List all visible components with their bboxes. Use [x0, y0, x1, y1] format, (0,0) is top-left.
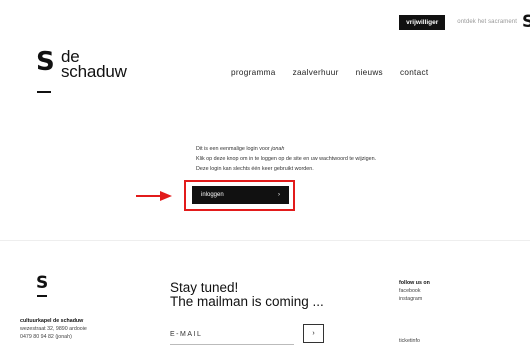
facebook-link[interactable]: facebook — [399, 287, 430, 295]
logo-line-schaduw: schaduw — [61, 62, 127, 81]
nav-item-programma[interactable]: programma — [231, 68, 276, 77]
ticketinfo-link[interactable]: ticketinfo — [399, 338, 420, 344]
footer-address: wezestraat 32, 9890 ardooie — [20, 325, 87, 332]
footer-phone: 0479 80 94 82 (jonah) — [20, 333, 72, 340]
chevron-right-icon: › — [278, 192, 280, 198]
annotation-arrow-shaft — [136, 195, 163, 197]
logo-mark-letter: S — [36, 47, 55, 77]
footer-logo-underline — [37, 295, 47, 297]
message-line-1: Dit is een eenmalige login voor jonah — [196, 146, 285, 152]
logo-s-icon: S — [36, 47, 55, 93]
nav-item-zaalverhuur[interactable]: zaalverhuur — [293, 68, 339, 77]
newsletter-submit-button[interactable]: › — [303, 324, 324, 343]
social-links: follow us on facebook instagram — [399, 279, 430, 303]
newsletter-line-2: The mailman is coming ... — [170, 294, 324, 309]
sacrament-logo-icon[interactable]: S — [522, 14, 530, 30]
footer-logo[interactable]: S — [36, 275, 48, 299]
topbar: vrijwilliger ontdek het sacrament S — [399, 14, 530, 30]
one-time-login-message: Dit is een eenmalige login voor jonah Kl… — [196, 144, 376, 174]
newsletter-line-1: Stay tuned! — [170, 280, 239, 295]
footer-address-block: cultuurkapel de schaduw wezestraat 32, 9… — [20, 318, 87, 341]
annotation-arrow-head-icon — [160, 191, 172, 201]
message-line-3: Deze login kan slechts één keer gebruikt… — [196, 166, 314, 172]
chevron-right-icon: › — [312, 330, 315, 337]
footer-divider — [0, 240, 530, 241]
nav-item-nieuws[interactable]: nieuws — [356, 68, 383, 77]
main-nav: programma zaalverhuur nieuws contact — [231, 68, 445, 77]
login-username: jonah — [271, 146, 285, 152]
logo-underline — [37, 91, 51, 93]
follow-heading: follow us on — [399, 280, 430, 286]
volunteer-button[interactable]: vrijwilliger — [399, 14, 446, 30]
site-logo[interactable]: S de schaduw — [36, 47, 127, 93]
newsletter-heading: Stay tuned! The mailman is coming ... — [170, 281, 324, 309]
instagram-link[interactable]: instagram — [399, 295, 430, 303]
nav-item-contact[interactable]: contact — [400, 68, 429, 77]
message-line-2: Klik op deze knop om in te loggen op de … — [196, 156, 377, 162]
newsletter-email-input[interactable]: E-MAIL — [170, 328, 294, 345]
footer-org-name: cultuurkapel de schaduw — [20, 318, 84, 324]
logo-wordmark: de schaduw — [61, 48, 127, 81]
footer-logo-s-icon: S — [36, 273, 49, 293]
login-button-label: inloggen — [201, 192, 224, 198]
discover-sacrament-link[interactable]: ontdek het sacrament — [457, 19, 517, 25]
login-button[interactable]: inloggen › — [192, 186, 289, 204]
